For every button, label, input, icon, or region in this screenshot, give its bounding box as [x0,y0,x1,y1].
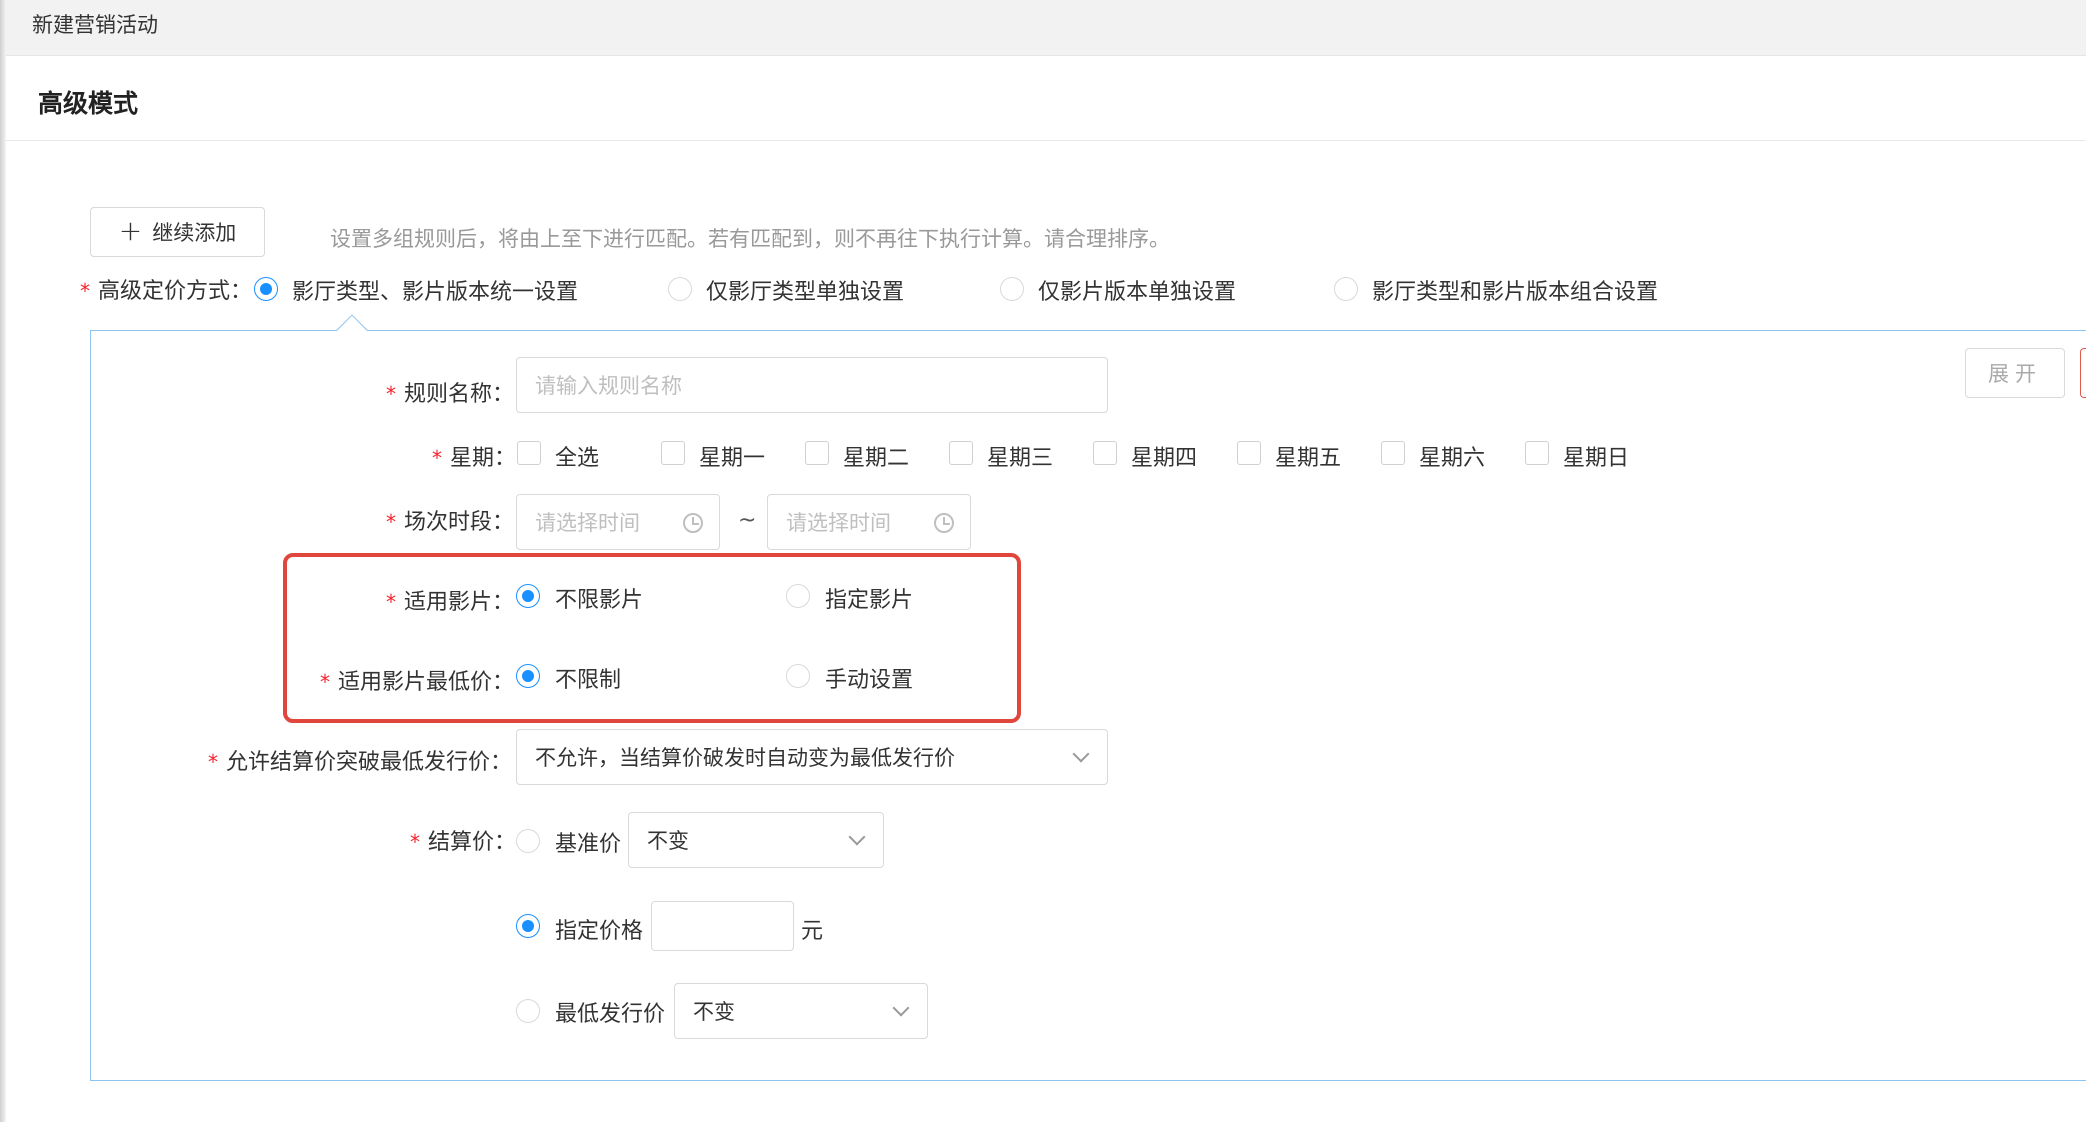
pricing-mode-option-unified[interactable]: 影厅类型、影片版本统一设置 [292,274,578,306]
week-checkbox-sun[interactable] [1525,441,1549,465]
settle-min-issue-select[interactable]: 不变 [674,983,928,1039]
settle-option-min-issue[interactable]: 最低发行价 [555,996,665,1028]
week-checkbox-sat[interactable] [1381,441,1405,465]
min-price-option-unlimited[interactable]: 不限制 [555,662,621,694]
clock-icon [934,513,954,533]
required-mark: * [386,382,396,406]
settle-option-base[interactable]: 基准价 [555,826,621,858]
required-mark: * [410,830,420,854]
week-option-fri[interactable]: 星期五 [1275,440,1341,472]
left-edge-shadow [0,0,6,1122]
plus-icon: + [118,213,143,247]
min-price-option-manual[interactable]: 手动设置 [825,662,913,694]
rule-order-hint: 设置多组规则后，将由上至下进行匹配。若有匹配到，则不再往下执行计算。请合理排序。 [330,227,1170,251]
week-checkbox-mon[interactable] [661,441,685,465]
week-option-wed[interactable]: 星期三 [987,440,1053,472]
session-label: * 场次时段： [386,510,515,535]
pricing-mode-option-version[interactable]: 仅影片版本单独设置 [1038,274,1236,306]
pricing-mode-option-hall[interactable]: 仅影厅类型单独设置 [706,274,904,306]
required-mark: * [386,510,396,534]
window-title: 新建营销活动 [32,13,158,37]
week-option-sat[interactable]: 星期六 [1419,440,1485,472]
add-rule-button[interactable]: + 继续添加 [90,207,265,257]
film-option-specified[interactable]: 指定影片 [825,582,913,614]
pricing-mode-radio-hall[interactable] [668,277,692,301]
settle-option-fixed[interactable]: 指定价格 [555,913,643,945]
break-min-label: * 允许结算价突破最低发行价： [208,750,513,775]
rule-name-label: * 规则名称： [386,382,515,407]
time-range-separator: ~ [738,508,757,533]
chevron-down-icon [892,999,910,1017]
week-checkbox-wed[interactable] [949,441,973,465]
required-mark: * [386,590,396,614]
highlight-box [283,553,1021,723]
required-mark: * [320,670,330,694]
week-checkbox-thu[interactable] [1093,441,1117,465]
required-mark: * [80,279,90,303]
price-unit: 元 [801,919,824,944]
chevron-down-icon [1072,745,1090,763]
pricing-mode-radio-combined[interactable] [1334,277,1358,301]
pricing-mode-radio-version[interactable] [1000,277,1024,301]
pricing-mode-label: * 高级定价方式： [80,279,253,304]
settle-label: * 结算价： [410,830,517,855]
film-option-unlimited[interactable]: 不限影片 [555,582,643,614]
week-checkbox-all[interactable] [517,441,541,465]
settle-radio-min-issue[interactable] [516,999,540,1023]
delete-button-edge[interactable] [2080,348,2086,398]
session-end-input[interactable]: 请选择时间 [767,494,971,550]
expand-button[interactable]: 展开 [1965,348,2065,398]
week-option-sun[interactable]: 星期日 [1563,440,1629,472]
settle-base-select[interactable]: 不变 [628,812,884,868]
film-radio-specified[interactable] [786,584,810,608]
week-label: * 星期： [432,446,517,471]
film-label: * 适用影片： [386,590,515,615]
chevron-down-icon [848,828,866,846]
min-price-label: * 适用影片最低价： [320,670,515,695]
week-checkbox-tue[interactable] [805,441,829,465]
clock-icon [683,513,703,533]
settle-radio-base[interactable] [516,829,540,853]
window-titlebar: 新建营销活动 [6,0,2086,56]
min-price-radio-unlimited[interactable] [516,664,540,688]
week-option-all[interactable]: 全选 [555,440,599,472]
section-title: 高级模式 [38,89,139,118]
settle-fixed-price-input[interactable] [651,901,794,951]
required-mark: * [432,446,442,470]
film-radio-unlimited[interactable] [516,584,540,608]
week-checkbox-fri[interactable] [1237,441,1261,465]
pricing-mode-option-combined[interactable]: 影厅类型和影片版本组合设置 [1372,274,1658,306]
week-option-thu[interactable]: 星期四 [1131,440,1197,472]
required-mark: * [208,750,218,774]
add-rule-label: 继续添加 [152,221,237,245]
week-option-tue[interactable]: 星期二 [843,440,909,472]
rule-name-input[interactable]: 请输入规则名称 [516,357,1108,413]
pricing-mode-radio-unified[interactable] [254,277,278,301]
week-option-mon[interactable]: 星期一 [699,440,765,472]
settle-radio-fixed[interactable] [516,914,540,938]
section-divider [6,140,2086,141]
min-price-radio-manual[interactable] [786,664,810,688]
break-min-select[interactable]: 不允许，当结算价破发时自动变为最低发行价 [516,729,1108,785]
session-start-input[interactable]: 请选择时间 [516,494,720,550]
